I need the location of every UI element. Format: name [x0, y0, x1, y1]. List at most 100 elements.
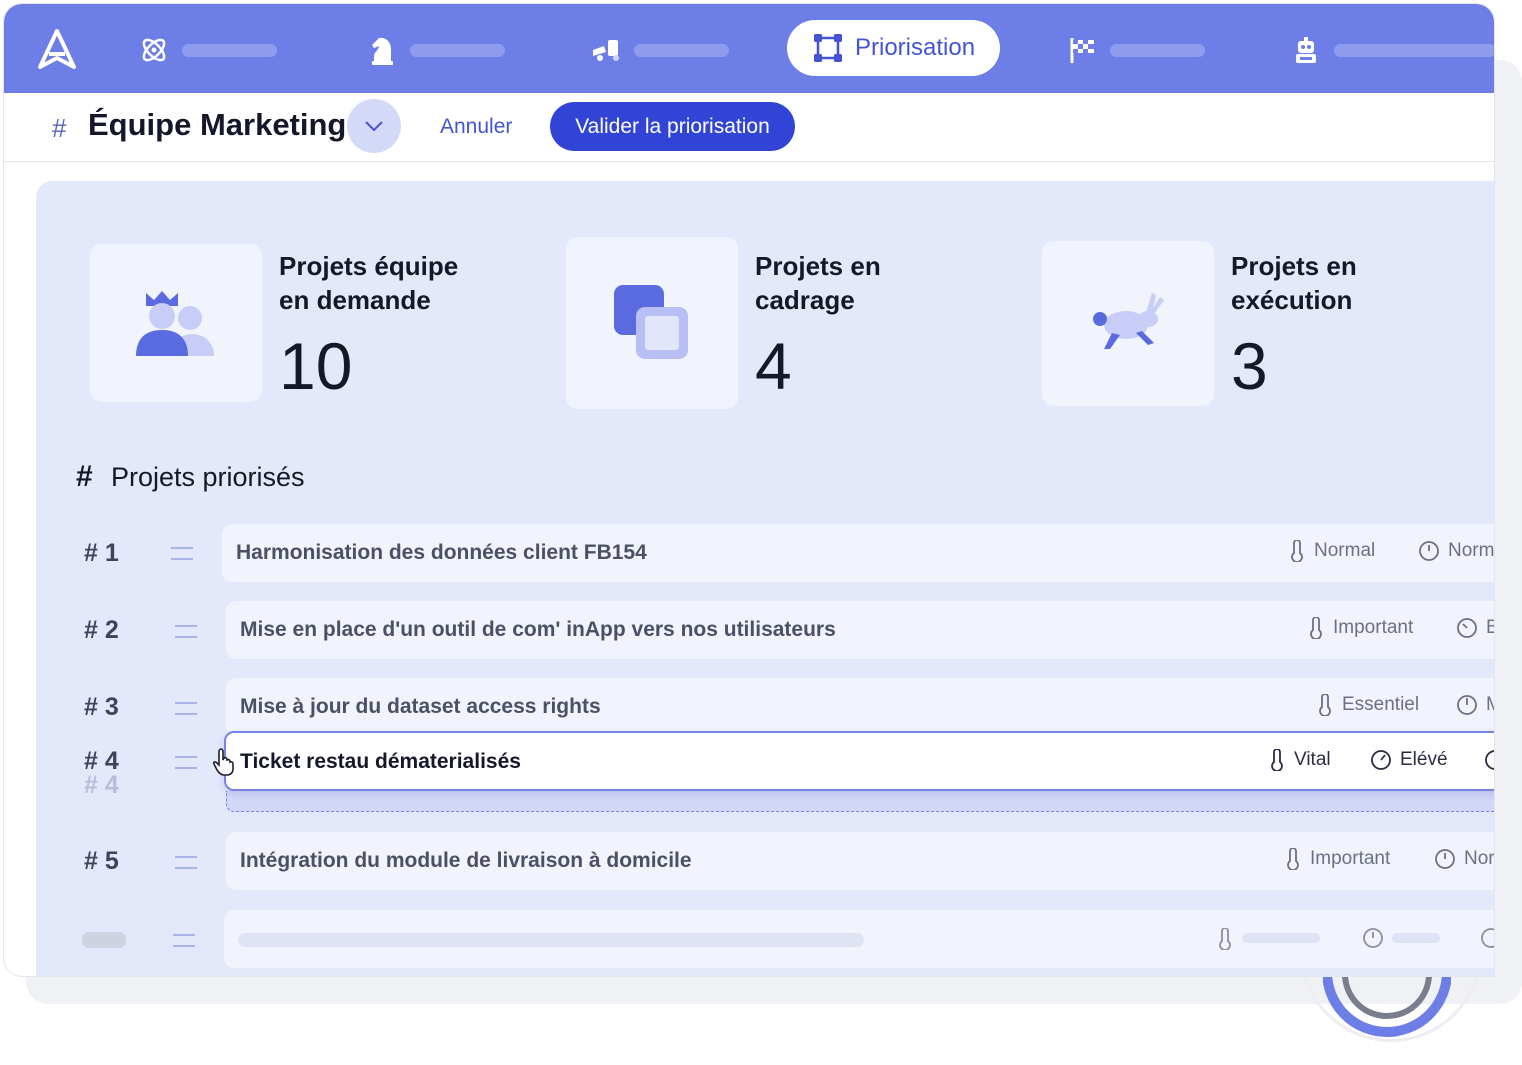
extra-tag[interactable]: [1484, 749, 1494, 771]
drag-handle[interactable]: [175, 856, 197, 869]
atom-icon: [138, 34, 170, 66]
app-window: Priorisation # Équipe Marketing Annuler …: [4, 4, 1494, 976]
chess-knight-icon: [366, 34, 398, 66]
project-title: Mise en place d'un outil de com' inApp v…: [240, 618, 836, 641]
app-logo-icon[interactable]: [36, 28, 78, 70]
section-hash: #: [76, 460, 93, 493]
effort-tag[interactable]: Nor: [1434, 848, 1494, 870]
priority-tag[interactable]: Important: [1307, 617, 1413, 639]
gauge-icon: [1371, 750, 1391, 770]
stat-title-line: en demande: [279, 285, 431, 315]
project-row[interactable]: Intégration du module de livraison à dom…: [226, 832, 1494, 890]
cancel-button[interactable]: Annuler: [440, 115, 512, 139]
rank-skeleton: [82, 932, 126, 948]
effort-tag[interactable]: M: [1456, 694, 1494, 716]
team-header: # Équipe Marketing Annuler Valider la pr…: [4, 93, 1494, 162]
project-title: Ticket restau dématerialisés: [240, 750, 521, 773]
stat-card-cadrage: [566, 237, 738, 409]
nav-label-placeholder: [1110, 43, 1205, 57]
gauge-icon: [1419, 541, 1439, 561]
project-row[interactable]: Mise à jour du dataset access rights Ess…: [226, 678, 1494, 736]
rank-label: # 3: [84, 693, 119, 721]
stat-title-execution: Projets en exécution: [1231, 249, 1491, 317]
nav-item-priorisation[interactable]: Priorisation: [787, 20, 1000, 76]
drag-handle[interactable]: [175, 625, 197, 638]
project-title: Mise à jour du dataset access rights: [240, 695, 601, 718]
truck-icon: [590, 34, 622, 66]
stat-title-demande: Projets équipe en demande: [279, 249, 539, 317]
effort-label: Nor: [1464, 848, 1494, 869]
drop-placeholder: [226, 791, 1494, 812]
effort-tag[interactable]: Norma: [1418, 540, 1494, 562]
team-dropdown-button[interactable]: [347, 99, 401, 153]
priority-tag[interactable]: Normal: [1288, 540, 1375, 562]
stat-card-execution: [1042, 241, 1214, 406]
effort-skeleton: [1392, 933, 1440, 943]
nav-item-3[interactable]: [590, 32, 729, 68]
priorisation-icon: [814, 34, 842, 62]
priority-label: Vital: [1294, 749, 1331, 770]
priority-label: Important: [1310, 848, 1391, 869]
priority-tag[interactable]: Essentiel: [1316, 694, 1419, 716]
thermometer-icon: [1291, 540, 1303, 562]
rank-label: # 4: [84, 747, 119, 775]
nav-label-placeholder: [182, 43, 277, 57]
stat-title-line: Projets équipe: [279, 251, 459, 281]
project-row[interactable]: Mise en place d'un outil de com' inApp v…: [226, 601, 1494, 659]
effort-label: B: [1486, 617, 1494, 638]
priority-label: Essentiel: [1342, 694, 1420, 715]
nav-label-placeholder: [1334, 43, 1494, 57]
stat-title-line: exécution: [1231, 285, 1353, 315]
drag-handle[interactable]: [175, 756, 197, 769]
project-row-dragging[interactable]: Ticket restau dématerialisés Vital Elévé: [224, 731, 1494, 791]
thermometer-icon: [1219, 928, 1231, 950]
project-row-skeleton: [224, 910, 1494, 968]
nav-item-5[interactable]: [1066, 32, 1205, 68]
nav-item-2[interactable]: [366, 32, 505, 68]
effort-label: Elévé: [1400, 749, 1448, 770]
priorisation-panel: Projets équipe en demande 10 Projets en …: [36, 181, 1494, 976]
nav-label-placeholder: [634, 43, 729, 57]
rank-label: # 1: [84, 539, 119, 567]
gauge-icon: [1363, 928, 1383, 948]
stat-title-line: Projets en: [1231, 251, 1357, 281]
gauge-icon: [1457, 695, 1477, 715]
validate-priorisation-button[interactable]: Valider la priorisation: [550, 102, 795, 151]
nav-item-6[interactable]: [1290, 32, 1494, 68]
priority-tag[interactable]: Important: [1284, 848, 1390, 870]
priority-tag[interactable]: Vital: [1268, 749, 1331, 771]
team-icon: [136, 291, 214, 356]
effort-tag[interactable]: Elévé: [1370, 749, 1448, 771]
top-navigation: Priorisation: [4, 4, 1494, 93]
stat-value-execution: 3: [1231, 329, 1268, 403]
thermometer-icon: [1271, 749, 1283, 771]
flag-icon: [1066, 34, 1098, 66]
effort-tag[interactable]: B: [1456, 617, 1494, 639]
gauge-icon: [1435, 849, 1455, 869]
stat-title-line: cadrage: [755, 285, 855, 315]
project-row[interactable]: Harmonisation des données client FB154 N…: [222, 524, 1494, 582]
priority-label: Normal: [1314, 540, 1376, 561]
section-title: Projets priorisés: [111, 462, 305, 492]
priority-skeleton: [1242, 933, 1320, 943]
drag-handle[interactable]: [173, 934, 195, 947]
thermometer-icon: [1287, 848, 1299, 870]
layers-icon: [614, 285, 688, 359]
robot-icon: [1290, 34, 1322, 66]
hash-symbol: #: [52, 113, 67, 143]
stat-value-cadrage: 4: [755, 329, 792, 403]
thermometer-icon: [1310, 617, 1322, 639]
title-skeleton: [238, 933, 864, 947]
stat-card-demande: [90, 244, 262, 402]
effort-label: M: [1486, 694, 1494, 715]
nav-item-1[interactable]: [138, 32, 277, 68]
drag-handle[interactable]: [171, 547, 193, 560]
rabbit-icon: [1093, 292, 1164, 349]
rank-label: # 2: [84, 616, 119, 644]
project-title: Intégration du module de livraison à dom…: [240, 849, 692, 872]
thermometer-icon: [1319, 694, 1331, 716]
drag-handle[interactable]: [175, 702, 197, 715]
clock-icon: [1485, 750, 1494, 770]
stat-value-demande: 10: [279, 329, 353, 403]
chevron-down-icon: [365, 121, 383, 132]
